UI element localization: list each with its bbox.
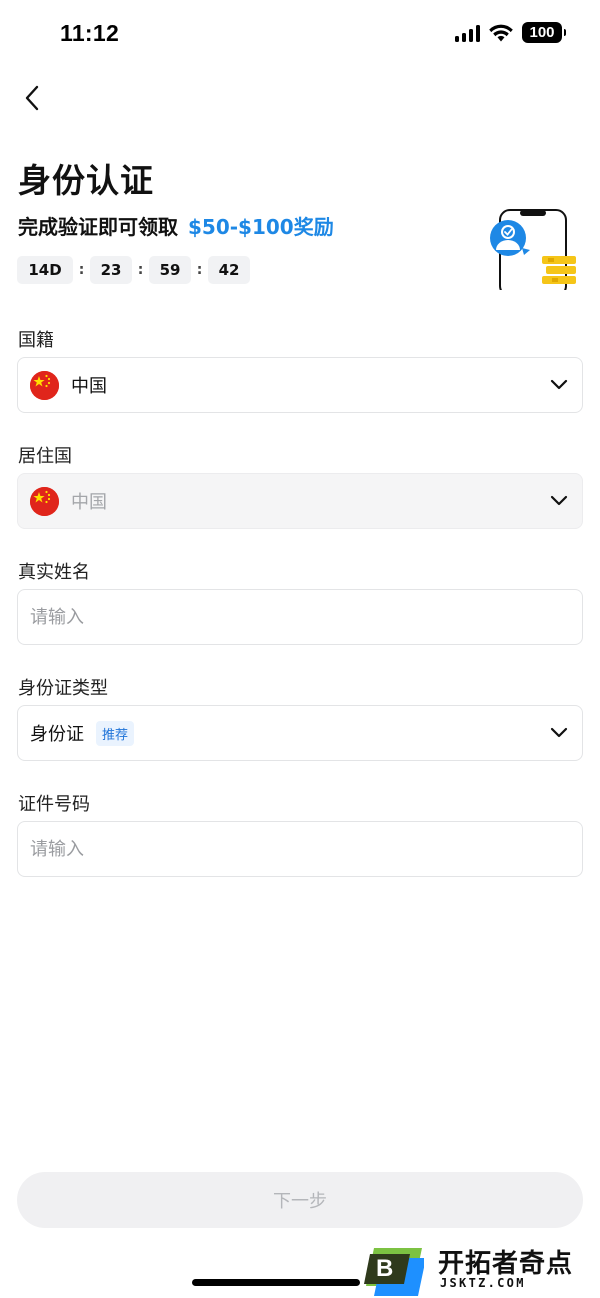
reward-line: 完成验证即可领取 $50-$100奖励 — [18, 211, 334, 240]
nationality-select[interactable]: 中国 — [17, 357, 583, 413]
watermark-name: 开拓者奇点 — [438, 1249, 574, 1279]
china-flag-icon — [30, 486, 59, 516]
watermark-logo-icon: B — [364, 1248, 424, 1296]
residence-label: 居住国 — [18, 446, 72, 467]
id-type-value: 身份证 — [30, 724, 84, 745]
countdown-hours: 23 — [90, 256, 132, 284]
id-number-label: 证件号码 — [18, 794, 90, 815]
identity-verification-illustration — [490, 209, 576, 290]
countdown-separator: : — [78, 262, 85, 278]
wifi-icon — [489, 24, 513, 41]
countdown-separator: : — [196, 262, 203, 278]
status-time: 11:12 — [60, 20, 120, 46]
chevron-down-icon — [550, 727, 568, 738]
home-indicator — [192, 1279, 360, 1286]
cellular-signal-icon — [454, 24, 480, 42]
id-type-select[interactable]: 身份证 推荐 — [17, 705, 583, 761]
chevron-left-icon — [25, 85, 39, 111]
next-button[interactable]: 下一步 — [17, 1172, 583, 1228]
chevron-down-icon — [550, 495, 568, 506]
reward-amount: $50-$100奖励 — [188, 215, 334, 239]
chevron-down-icon — [550, 379, 568, 390]
watermark-url: JSKTZ.COM — [440, 1276, 526, 1290]
countdown-minutes: 59 — [149, 256, 191, 284]
id-number-field-container — [17, 821, 583, 877]
page-title: 身份认证 — [18, 161, 154, 200]
status-bar: 11:12 100 — [0, 0, 600, 64]
recommended-badge: 推荐 — [96, 720, 135, 746]
reward-text: 完成验证即可领取 — [18, 215, 178, 239]
china-flag-icon — [30, 370, 59, 400]
real-name-input[interactable] — [30, 606, 570, 628]
countdown-separator: : — [137, 262, 144, 278]
countdown-timer: 14D : 23 : 59 : 42 — [17, 256, 250, 284]
residence-value: 中国 — [71, 492, 107, 513]
real-name-label: 真实姓名 — [18, 562, 90, 583]
nationality-label: 国籍 — [18, 330, 54, 351]
status-icons: 100 — [454, 22, 566, 43]
id-type-label: 身份证类型 — [18, 678, 108, 699]
countdown-seconds: 42 — [208, 256, 250, 284]
residence-select: 中国 — [17, 473, 583, 529]
battery-icon: 100 — [522, 22, 566, 43]
watermark: B 开拓者奇点 JSKTZ.COM — [358, 1243, 600, 1298]
nationality-value: 中国 — [71, 376, 107, 397]
back-button[interactable] — [14, 80, 50, 116]
real-name-field-container — [17, 589, 583, 645]
countdown-days: 14D — [17, 256, 73, 284]
svg-text:B: B — [376, 1255, 393, 1282]
id-number-input[interactable] — [30, 838, 570, 860]
